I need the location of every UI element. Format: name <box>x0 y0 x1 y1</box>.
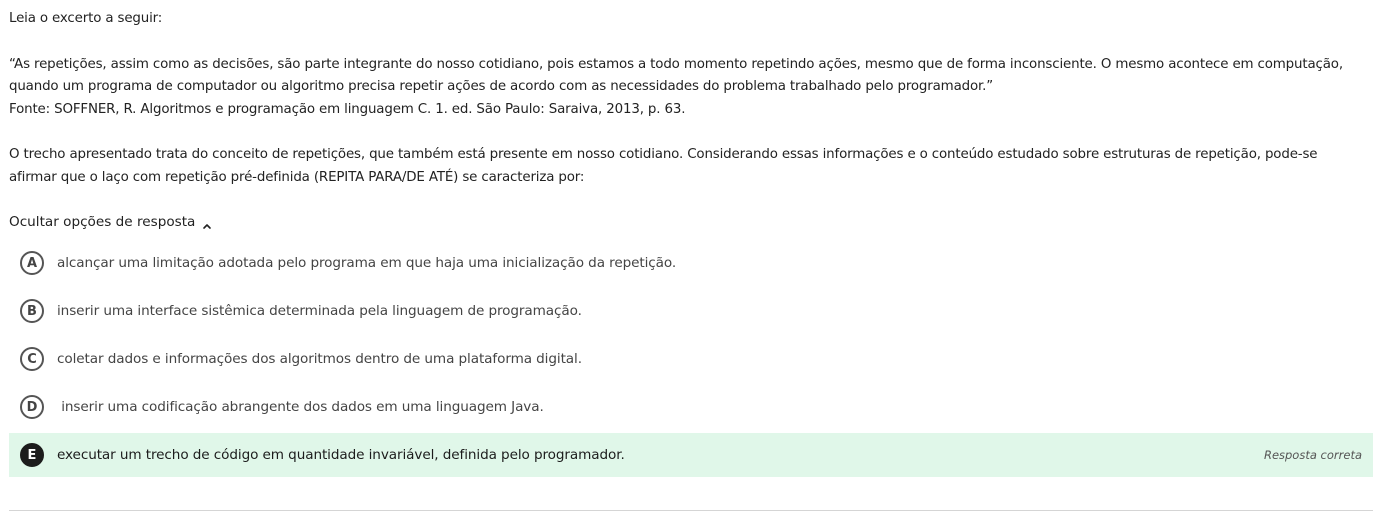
answer-option-a[interactable]: A alcançar uma limitação adotada pelo pr… <box>9 241 1373 285</box>
question-prompt: O trecho apresentado trata do conceito d… <box>9 147 1318 185</box>
option-letter: C <box>20 347 44 371</box>
hide-options-label: Ocultar opções de resposta <box>9 214 196 230</box>
correct-answer-label: Resposta correta <box>1263 448 1362 462</box>
option-text: inserir uma interface sistêmica determin… <box>57 303 582 319</box>
question-text: Leia o excerto a seguir: “As repetições,… <box>9 8 1369 189</box>
option-letter: D <box>20 395 44 419</box>
divider <box>9 510 1373 511</box>
option-letter: E <box>20 443 44 467</box>
question-source: Fonte: SOFFNER, R. Algoritmos e programa… <box>9 101 686 117</box>
option-letter: B <box>20 299 44 323</box>
answer-option-e[interactable]: E executar um trecho de código em quanti… <box>9 433 1373 477</box>
option-text: executar um trecho de código em quantida… <box>57 447 625 463</box>
option-text: coletar dados e informações dos algoritm… <box>57 351 582 367</box>
option-letter: A <box>20 251 44 275</box>
option-text: alcançar uma limitação adotada pelo prog… <box>57 255 677 271</box>
chevron-up-icon <box>202 217 212 229</box>
question-quote: “As repetições, assim como as decisões, … <box>9 56 1343 95</box>
question-intro: Leia o excerto a seguir: <box>9 11 163 26</box>
option-text: inserir uma codificação abrangente dos d… <box>57 399 544 415</box>
answer-option-d[interactable]: D inserir uma codificação abrangente dos… <box>9 385 1373 429</box>
hide-options-toggle[interactable]: Ocultar opções de resposta <box>9 212 212 232</box>
answer-option-c[interactable]: C coletar dados e informações dos algori… <box>9 337 1373 381</box>
answer-option-b[interactable]: B inserir uma interface sistêmica determ… <box>9 289 1373 333</box>
